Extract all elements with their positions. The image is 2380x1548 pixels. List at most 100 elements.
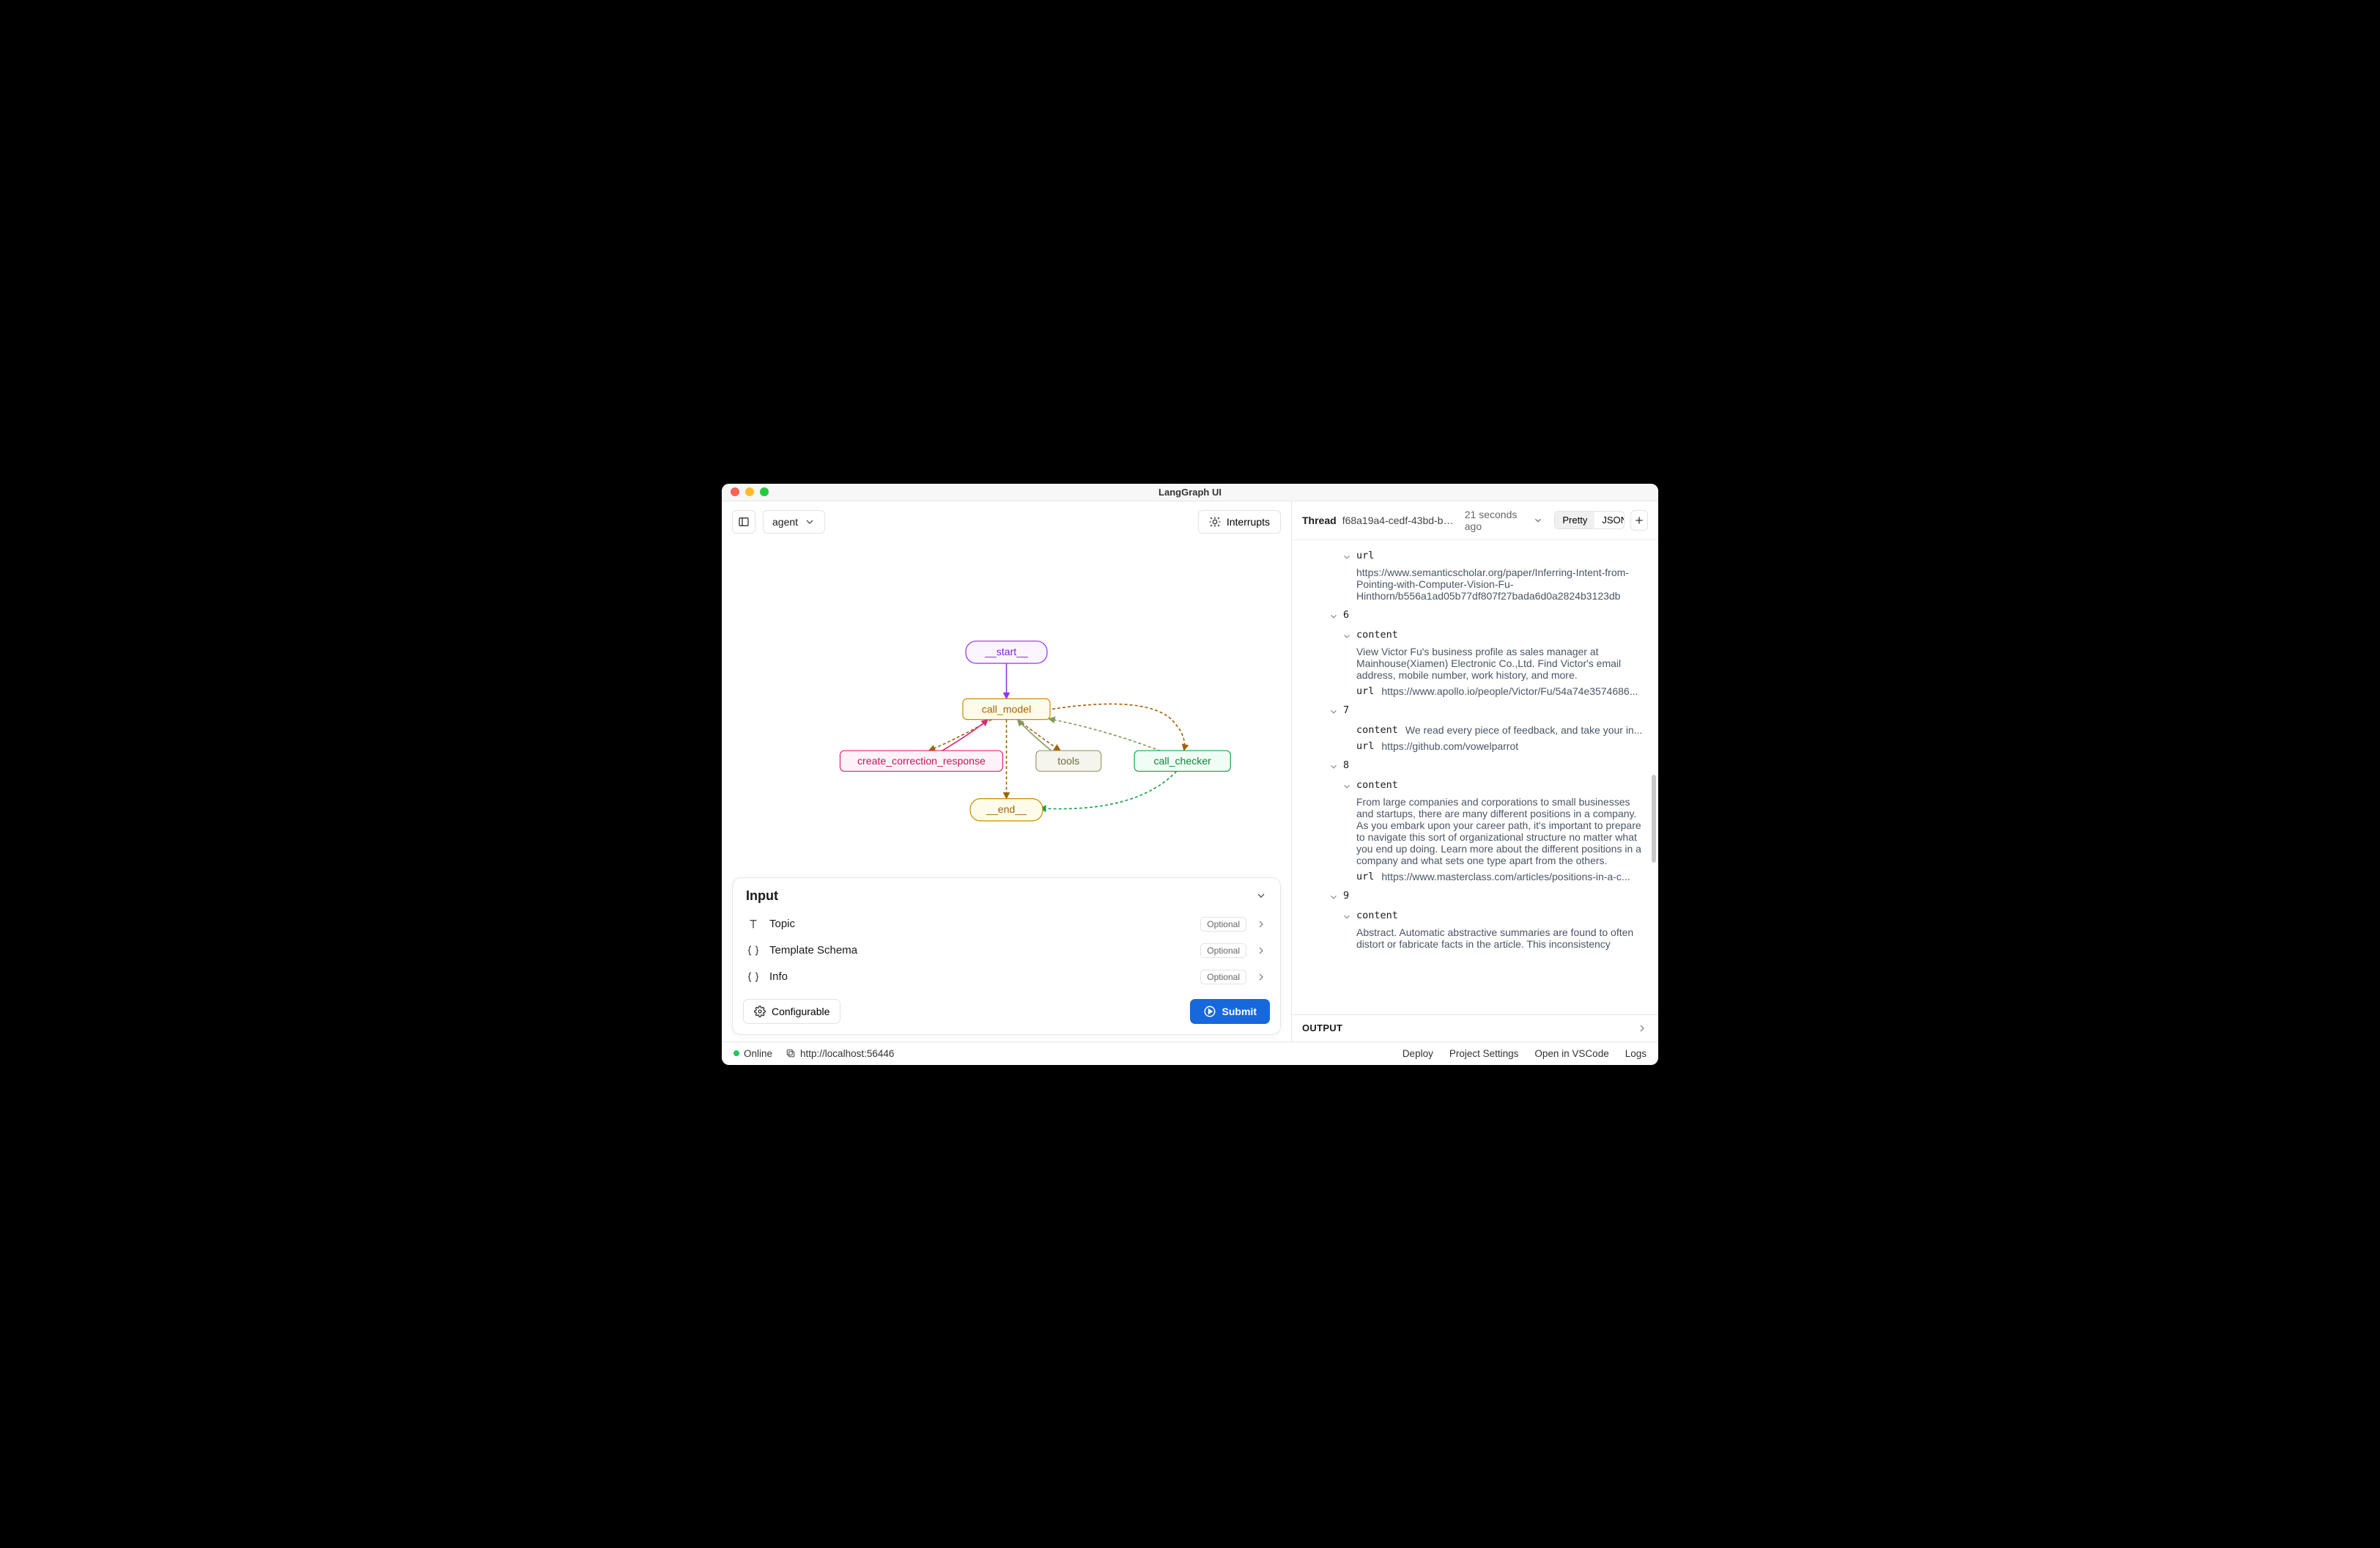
traffic-lights [731,487,769,496]
tree-key-content: content [1356,724,1398,736]
chevron-down-icon[interactable] [1328,762,1339,772]
output-label: OUTPUT [1302,1022,1342,1033]
svg-text:__end__: __end__ [986,803,1027,814]
close-window-button[interactable] [731,487,739,496]
output-section-toggle[interactable]: OUTPUT [1292,1014,1658,1042]
input-card-title: Input [746,888,778,904]
submit-label: Submit [1222,1006,1257,1017]
node-tools[interactable]: tools [1036,751,1101,771]
left-pane: agent Interrupts [722,501,1292,1042]
gear-icon [754,1006,766,1017]
json-tab[interactable]: JSON [1594,512,1624,528]
status-online-label: Online [744,1048,772,1059]
tree-value-content: We read every piece of feedback, and tak… [1405,724,1642,736]
bug-icon [1209,516,1221,528]
chevron-right-icon [1255,945,1267,957]
interrupts-label: Interrupts [1227,516,1270,528]
status-url-text: http://localhost:56446 [800,1048,894,1059]
braces-icon [746,970,761,984]
status-online: Online [733,1048,772,1059]
sidebar-icon [738,516,750,528]
thread-dropdown-icon[interactable] [1533,515,1543,526]
tree-key-content: content [1356,629,1398,641]
node-start[interactable]: __start__ [966,641,1047,663]
thread-id: f68a19a4-cedf-43bd-b266-7... [1342,515,1459,526]
text-icon [746,918,761,931]
footer-link-project-settings[interactable]: Project Settings [1449,1048,1519,1059]
tree-key-url: url [1356,740,1374,752]
statusbar: Online http://localhost:56446 Deploy Pro… [722,1042,1658,1065]
agent-selector[interactable]: agent [763,510,825,534]
input-field-template-schema[interactable]: Template Schema Optional [733,937,1280,964]
window-title: LangGraph UI [1158,487,1222,498]
status-url[interactable]: http://localhost:56446 [786,1048,894,1059]
chevron-down-icon [804,516,816,528]
new-thread-button[interactable] [1630,510,1648,531]
braces-icon [746,944,761,957]
tree-value-url: https://www.masterclass.com/articles/pos… [1381,871,1630,882]
node-call-checker[interactable]: call_checker [1134,751,1230,771]
agent-selector-label: agent [772,516,798,528]
tree-value-url: https://www.apollo.io/people/Victor/Fu/5… [1381,685,1638,697]
app-window: LangGraph UI agent Interrupts [722,484,1658,1065]
chevron-right-icon [1636,1022,1648,1034]
tree-key-index: 9 [1343,890,1349,902]
svg-text:call_model: call_model [982,703,1031,715]
input-card: Input Topic Optional Template Schema [732,877,1281,1035]
zoom-window-button[interactable] [760,487,769,496]
configurable-button[interactable]: Configurable [743,999,840,1024]
minimize-window-button[interactable] [745,487,754,496]
chevron-down-icon[interactable] [1328,892,1339,902]
chevron-down-icon[interactable] [1328,707,1339,717]
tree-key-url: url [1356,685,1374,697]
field-label: Info [769,970,1191,983]
svg-text:__start__: __start__ [984,645,1028,657]
thread-tree[interactable]: url https://www.semanticscholar.org/pape… [1292,540,1658,1014]
chevron-down-icon[interactable] [1342,912,1352,922]
chevron-right-icon [1255,971,1267,983]
input-field-info[interactable]: Info Optional [733,964,1280,990]
svg-text:create_correction_response: create_correction_response [857,755,986,767]
field-label: Template Schema [769,944,1191,957]
field-label: Topic [769,918,1191,930]
play-circle-icon [1203,1005,1216,1018]
status-dot-icon [733,1050,739,1056]
interrupts-button[interactable]: Interrupts [1198,510,1281,534]
graph-canvas[interactable]: __start__ call_model create_correction_r… [722,542,1291,870]
node-end[interactable]: __end__ [970,798,1043,820]
svg-text:call_checker: call_checker [1153,755,1211,767]
chevron-down-icon[interactable] [1342,552,1352,562]
node-create-correction-response[interactable]: create_correction_response [840,751,1002,771]
pretty-tab[interactable]: Pretty [1555,512,1594,528]
plus-icon [1633,515,1645,526]
optional-badge: Optional [1200,917,1246,932]
tree-key-url: url [1356,871,1374,882]
tree-value-content: Abstract. Automatic abstractive summarie… [1356,926,1648,950]
configurable-label: Configurable [772,1006,829,1017]
tree-key-index: 7 [1343,704,1349,716]
submit-button[interactable]: Submit [1190,999,1270,1024]
optional-badge: Optional [1200,970,1246,984]
chevron-down-icon[interactable] [1342,631,1352,641]
copy-icon [786,1048,796,1058]
input-field-topic[interactable]: Topic Optional [733,911,1280,937]
tree-value-content: From large companies and corporations to… [1356,796,1648,866]
footer-link-open-vscode[interactable]: Open in VSCode [1534,1048,1608,1059]
tree-value-url: https://github.com/vowelparrot [1381,740,1518,752]
tree-value-url: https://www.semanticscholar.org/paper/In… [1356,567,1648,602]
tree-value-content: View Victor Fu's business profile as sal… [1356,646,1648,681]
footer-link-deploy[interactable]: Deploy [1402,1048,1433,1059]
chevron-down-icon[interactable] [1328,611,1339,622]
tree-key-index: 6 [1343,609,1349,621]
footer-link-logs[interactable]: Logs [1625,1048,1647,1059]
scrollbar-thumb[interactable] [1652,775,1656,863]
tree-key-content: content [1356,779,1398,791]
right-pane: Thread f68a19a4-cedf-43bd-b266-7... 21 s… [1292,501,1658,1042]
node-call-model[interactable]: call_model [963,699,1050,719]
collapse-input-icon[interactable] [1255,890,1267,902]
toggle-sidebar-button[interactable] [732,510,755,534]
tree-key-index: 8 [1343,759,1349,771]
chevron-down-icon[interactable] [1342,781,1352,792]
titlebar: LangGraph UI [722,484,1658,501]
tree-key-content: content [1356,910,1398,921]
